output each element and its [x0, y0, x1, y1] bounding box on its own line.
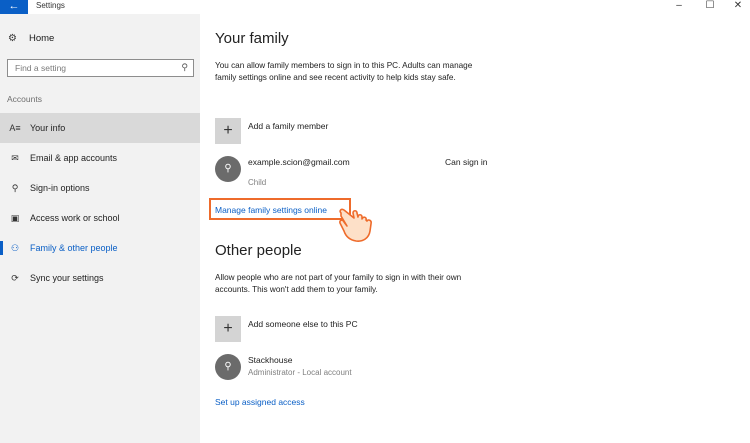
sidebar-item-label: Your info — [30, 123, 66, 133]
main-content: Your family You can allow family members… — [215, 14, 735, 443]
home-link[interactable]: ⚙ Home — [8, 31, 54, 45]
sidebar-item-your-info[interactable]: A≡ Your info — [0, 113, 200, 143]
sidebar-item-sync[interactable]: ⟳ Sync your settings — [0, 263, 200, 293]
sidebar-item-work-school[interactable]: ▣ Access work or school — [0, 203, 200, 233]
add-someone-else-button[interactable]: + — [215, 316, 241, 342]
person-icon: ⚲ — [224, 361, 232, 372]
other-user-name[interactable]: Stackhouse — [248, 355, 292, 365]
plus-icon: + — [223, 320, 233, 337]
family-member-email[interactable]: example.scion@gmail.com — [248, 157, 350, 167]
sidebar-item-label: Sign-in options — [30, 183, 90, 193]
sidebar-item-label: Sync your settings — [30, 273, 104, 283]
sidebar-item-family[interactable]: ⚇ Family & other people — [0, 233, 200, 263]
assigned-access-link[interactable]: Set up assigned access — [215, 397, 305, 407]
sidebar-item-label: Email & app accounts — [30, 153, 118, 163]
section-label: Accounts — [7, 94, 42, 104]
person-card-icon: A≡ — [9, 123, 21, 133]
add-family-member-label[interactable]: Add a family member — [248, 121, 328, 131]
add-someone-else-label[interactable]: Add someone else to this PC — [248, 319, 358, 329]
sync-icon: ⟳ — [11, 272, 19, 283]
gear-icon: ⚙ — [8, 32, 17, 44]
plus-icon: + — [223, 122, 233, 139]
title-bar: ← Settings – ☐ ✕ — [0, 0, 750, 14]
person-icon: ⚲ — [224, 163, 232, 174]
family-member-status: Can sign in — [445, 157, 488, 167]
window-title: Settings — [36, 1, 65, 10]
sidebar-item-email[interactable]: ✉ Email & app accounts — [0, 143, 200, 173]
highlight-box — [209, 198, 351, 220]
maximize-button[interactable]: ☐ — [695, 0, 725, 14]
sidebar-item-label: Family & other people — [30, 243, 118, 253]
back-arrow-icon: ← — [8, 0, 20, 12]
family-member-role: Child — [248, 178, 267, 187]
sidebar-item-sign-in[interactable]: ⚲ Sign-in options — [0, 173, 200, 203]
sidebar: ⚙ Home Find a setting ⚲ Accounts A≡ Your… — [0, 14, 200, 443]
other-people-description: Allow people who are not part of your fa… — [215, 273, 462, 294]
family-heading: Your family — [215, 30, 289, 47]
pointing-hand-icon — [339, 208, 372, 242]
close-button[interactable]: ✕ — [723, 0, 750, 14]
search-placeholder: Find a setting — [15, 63, 67, 73]
search-input[interactable]: Find a setting ⚲ — [7, 59, 194, 77]
briefcase-icon: ▣ — [10, 212, 20, 223]
sidebar-item-label: Access work or school — [30, 213, 120, 223]
people-icon: ⚇ — [10, 242, 20, 253]
mail-icon: ✉ — [11, 152, 19, 163]
back-button[interactable]: ← — [0, 0, 28, 14]
other-people-heading: Other people — [215, 242, 302, 259]
family-description: You can allow family members to sign in … — [215, 61, 473, 82]
other-user-sub: Administrator - Local account — [248, 368, 352, 377]
search-icon: ⚲ — [181, 62, 188, 72]
add-family-member-button[interactable]: + — [215, 118, 241, 144]
minimize-button[interactable]: – — [664, 0, 694, 14]
avatar[interactable]: ⚲ — [215, 354, 241, 380]
home-label: Home — [29, 32, 55, 44]
key-icon: ⚲ — [11, 182, 19, 193]
avatar[interactable]: ⚲ — [215, 156, 241, 182]
